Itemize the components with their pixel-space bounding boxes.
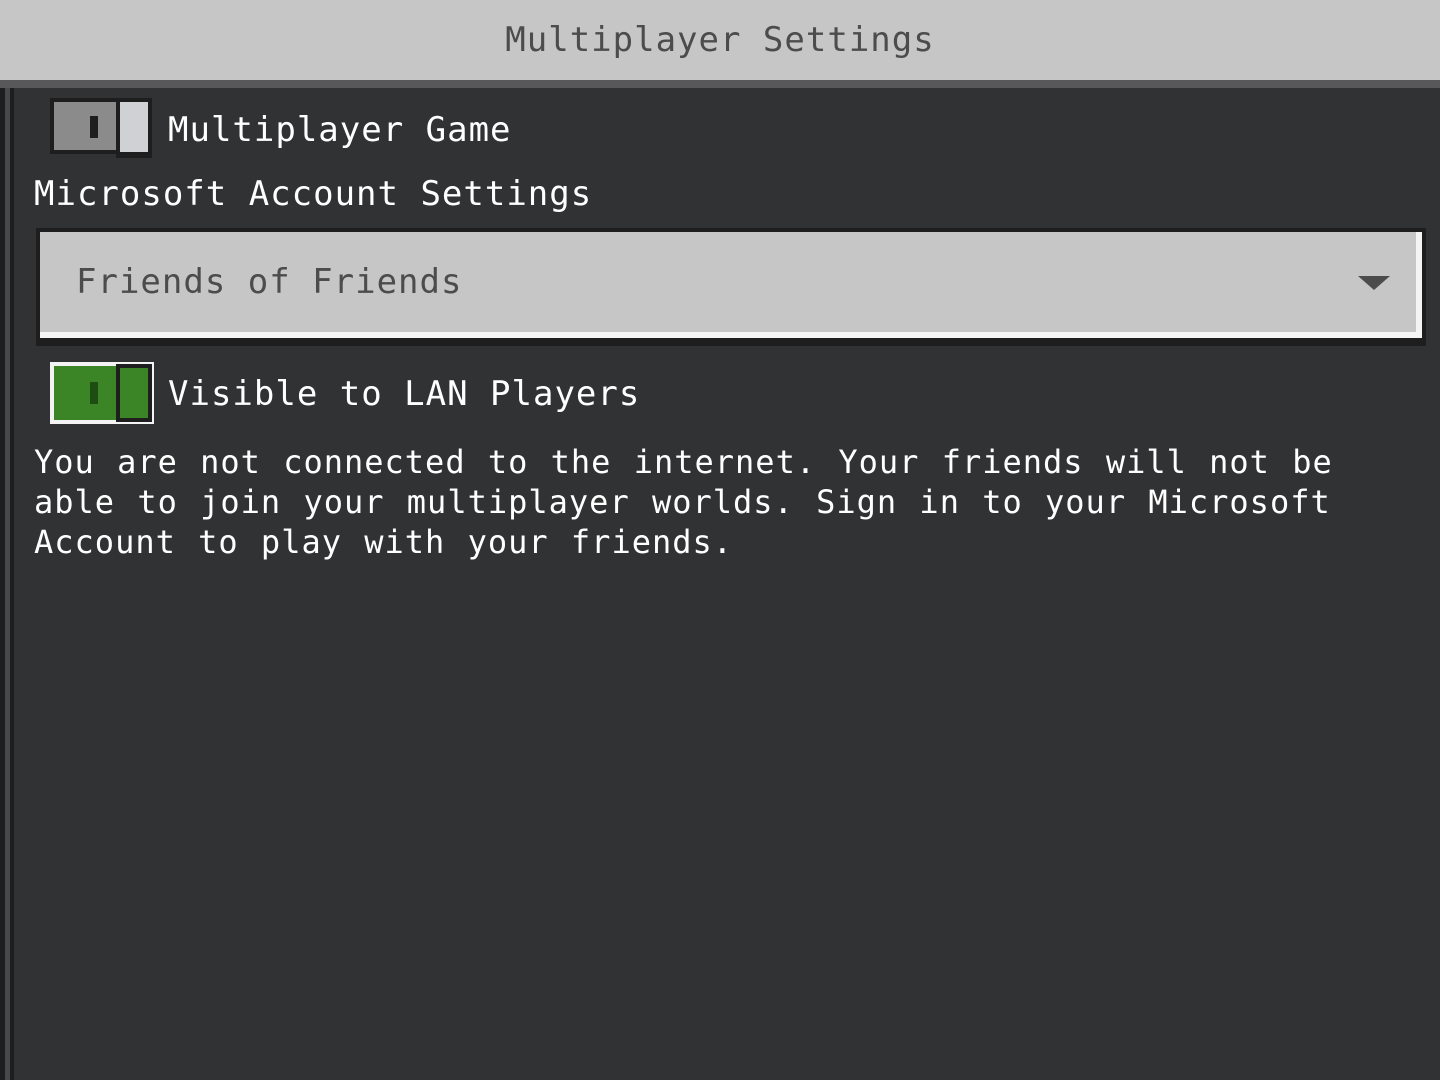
visible-to-lan-row[interactable]: Visible to LAN Players — [50, 362, 640, 426]
offline-notice: You are not connected to the internet. Y… — [34, 443, 1333, 561]
multiplayer-game-row[interactable]: Multiplayer Game — [50, 98, 512, 162]
scrollbar-thumb[interactable] — [5, 88, 10, 1080]
visible-to-lan-label: Visible to LAN Players — [168, 374, 641, 414]
toggle-indicator-icon — [90, 382, 98, 404]
toggle-knob — [120, 102, 148, 152]
visible-to-lan-toggle[interactable] — [50, 362, 156, 426]
multiplayer-game-label: Multiplayer Game — [168, 110, 512, 150]
multiplayer-game-toggle[interactable] — [50, 98, 156, 162]
title-bar: Multiplayer Settings — [0, 0, 1440, 80]
dropdown-selected-value: Friends of Friends — [76, 262, 463, 302]
account-settings-label: Microsoft Account Settings — [34, 174, 593, 214]
account-settings-dropdown[interactable]: Friends of Friends — [36, 228, 1426, 346]
chevron-down-icon — [1358, 276, 1390, 290]
page-title: Multiplayer Settings — [505, 20, 935, 60]
toggle-knob — [120, 368, 148, 418]
title-bar-divider — [0, 80, 1440, 88]
toggle-indicator-icon — [90, 116, 98, 138]
